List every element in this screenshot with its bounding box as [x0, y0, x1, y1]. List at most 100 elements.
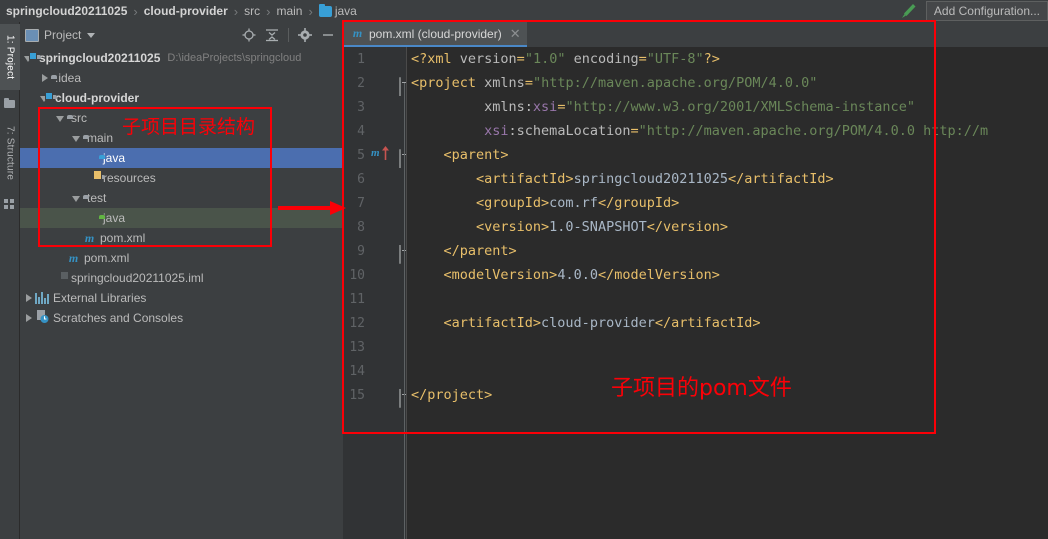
breadcrumb-item[interactable]: springcloud20211025: [5, 4, 128, 18]
breadcrumb-item[interactable]: main: [275, 4, 303, 18]
scroll-from-source-icon[interactable]: [242, 28, 256, 42]
line-number: 1: [357, 51, 365, 67]
code-line[interactable]: <groupId>com.rf</groupId>: [407, 191, 1048, 215]
code-line[interactable]: <version>1.0-SNAPSHOT</version>: [407, 215, 1048, 239]
chevron-down-icon[interactable]: [87, 32, 96, 38]
code-token: "UTF-8": [646, 51, 704, 67]
gutter-line[interactable]: 6: [343, 167, 407, 191]
add-configuration-button[interactable]: Add Configuration...: [925, 1, 1048, 21]
code-token: <parent>: [411, 147, 509, 163]
tree-row[interactable]: m pom.xml: [20, 248, 342, 268]
gutter-line[interactable]: 13: [343, 335, 407, 359]
breadcrumb-item[interactable]: src: [243, 4, 261, 18]
settings-gear-icon[interactable]: [298, 28, 312, 42]
editor-gutter[interactable]: 1 2 3 4 5 m 6 7 8 9 10 11 12 13 14 15: [343, 47, 407, 539]
line-number: 4: [357, 123, 365, 139]
code-line[interactable]: xmlns:xsi="http://www.w3.org/2001/XMLSch…: [407, 95, 1048, 119]
tree-row-label: Scratches and Consoles: [53, 311, 184, 325]
gutter-line[interactable]: 7: [343, 191, 407, 215]
code-line[interactable]: [407, 287, 1048, 311]
breadcrumb-label: src: [244, 4, 261, 18]
maven-parent-marker-icon[interactable]: m: [371, 147, 380, 159]
navbar-right-actions: Add Configuration...: [898, 0, 1048, 22]
sidebar-tab-project[interactable]: 1: Project: [0, 24, 20, 90]
project-window-icon: [25, 28, 39, 42]
editor-tab-pom-xml[interactable]: m pom.xml (cloud-provider) ✕: [343, 22, 527, 47]
code-line[interactable]: xsi:schemaLocation="http://maven.apache.…: [407, 119, 1048, 143]
code-line[interactable]: <project xmlns="http://maven.apache.org/…: [407, 71, 1048, 95]
gutter-line[interactable]: 12: [343, 311, 407, 335]
gutter-line[interactable]: 2: [343, 71, 407, 96]
code-token: com.rf: [549, 195, 598, 211]
tree-row-label: main: [87, 131, 114, 145]
line-number: 14: [349, 363, 365, 379]
project-panel-title: Project: [44, 28, 82, 42]
gutter-line[interactable]: 3: [343, 95, 407, 119]
chevron-down-icon[interactable]: [56, 114, 65, 123]
code-line[interactable]: <modelVersion>4.0.0</modelVersion>: [407, 263, 1048, 287]
breadcrumb[interactable]: springcloud20211025 › cloud-provider › src › m…: [0, 4, 358, 19]
tree-row[interactable]: External Libraries: [20, 288, 342, 308]
tree-row[interactable]: java: [20, 148, 342, 168]
code-token: </artifactId>: [728, 171, 834, 187]
tree-row[interactable]: springcloud20211025.iml: [20, 268, 342, 288]
breadcrumb-separator: ›: [266, 3, 271, 19]
code-line[interactable]: </parent>: [407, 239, 1048, 263]
code-token: cloud-provider: [541, 315, 655, 331]
gutter-line[interactable]: 10: [343, 263, 407, 287]
scratches-icon: [35, 310, 49, 326]
sidebar-tab-structure[interactable]: 7: Structure: [0, 114, 20, 192]
code-content[interactable]: <?xml version="1.0" encoding="UTF-8"?> <p…: [407, 47, 1048, 539]
code-token: </groupId>: [597, 195, 680, 211]
navigation-bar: springcloud20211025 › cloud-provider › src › m…: [0, 0, 1048, 22]
chevron-right-icon[interactable]: [40, 73, 49, 83]
code-token: </artifactId>: [654, 315, 761, 331]
code-line[interactable]: [407, 335, 1048, 359]
breadcrumb-item[interactable]: java: [318, 4, 358, 18]
gutter-line[interactable]: 11: [343, 287, 407, 311]
project-panel-actions: [242, 28, 342, 42]
line-number: 15: [349, 387, 365, 403]
collapse-all-icon[interactable]: [265, 28, 279, 42]
breadcrumb-item[interactable]: cloud-provider: [143, 4, 229, 18]
tree-row[interactable]: Scratches and Consoles: [20, 308, 342, 328]
code-token: =: [630, 123, 639, 139]
tree-row[interactable]: m pom.xml: [20, 228, 342, 248]
editor-tab-bar: m pom.xml (cloud-provider) ✕: [343, 22, 1048, 47]
code-line[interactable]: <artifactId>cloud-provider</artifactId>: [407, 311, 1048, 335]
gutter-line[interactable]: 8: [343, 215, 407, 239]
tree-row[interactable]: springcloud20211025 D:\ideaProjects\sprin…: [20, 48, 342, 68]
gutter-line[interactable]: 5m: [343, 143, 407, 168]
structure-icon: [4, 198, 16, 210]
gutter-line[interactable]: 4: [343, 119, 407, 143]
line-number: 13: [349, 339, 365, 355]
gutter-line[interactable]: 15: [343, 383, 407, 408]
sidebar-tab-structure-label: 7: Structure: [4, 125, 16, 181]
code-line[interactable]: <?xml version="1.0" encoding="UTF-8"?>: [407, 47, 1048, 71]
hide-panel-icon[interactable]: [321, 28, 335, 42]
code-line[interactable]: <artifactId>springcloud20211025</artifac…: [407, 167, 1048, 191]
code-line[interactable]: <parent>: [407, 143, 1048, 167]
chevron-right-icon[interactable]: [24, 293, 33, 303]
left-tool-rail: 1: Project 7: Structure: [0, 22, 20, 539]
chevron-down-icon[interactable]: [72, 194, 81, 203]
editor-tab-label: pom.xml (cloud-provider): [369, 26, 502, 41]
gutter-line[interactable]: 9: [343, 239, 407, 264]
chevron-right-icon[interactable]: [24, 313, 33, 323]
tree-row[interactable]: cloud-provider: [20, 88, 342, 108]
gutter-line[interactable]: 14: [343, 359, 407, 383]
tree-row[interactable]: resources: [20, 168, 342, 188]
maven-icon: m: [352, 26, 363, 40]
maven-icon: m: [68, 250, 79, 265]
breadcrumb-separator: ›: [308, 3, 313, 19]
close-icon[interactable]: ✕: [510, 27, 521, 40]
chevron-down-icon[interactable]: [72, 134, 81, 143]
hammer-icon[interactable]: [898, 1, 920, 21]
code-token: springcloud20211025: [573, 171, 728, 187]
idea-window: springcloud20211025 › cloud-provider › src › m…: [0, 0, 1048, 539]
tree-row-label: test: [87, 191, 107, 205]
gutter-line[interactable]: 1: [343, 47, 407, 71]
tree-row[interactable]: .idea: [20, 68, 342, 88]
line-number: 3: [357, 99, 365, 115]
arrow-up-icon[interactable]: [382, 146, 389, 161]
